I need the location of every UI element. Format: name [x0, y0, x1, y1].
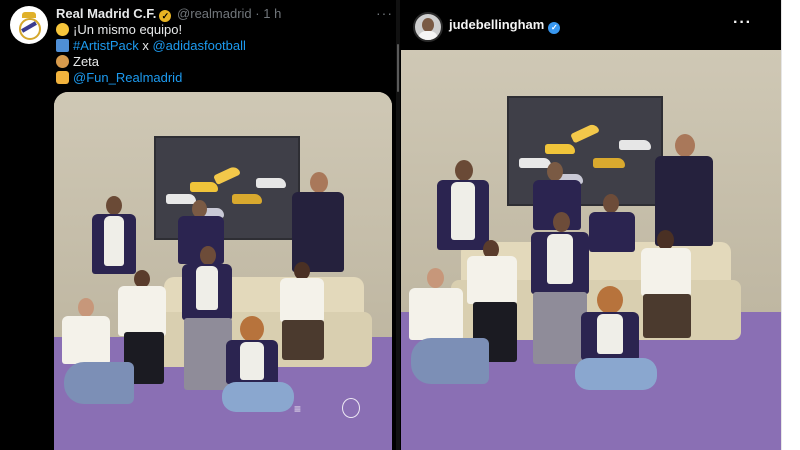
more-horizontal-icon: ··· [733, 14, 752, 31]
author-name[interactable]: Real Madrid C.F. [56, 6, 156, 21]
instagram-post-header: judebellingham ✓ ··· [401, 0, 781, 50]
instagram-post-panel: judebellingham ✓ ··· [401, 0, 781, 450]
real-madrid-avatar[interactable] [10, 6, 48, 44]
adidas-logo-icon: ≡ [294, 402, 302, 416]
gold-verified-badge-icon: ✓ [159, 10, 172, 22]
blue-verified-badge-icon: ✓ [548, 22, 561, 34]
tweet-line-2-mid: x [138, 38, 153, 53]
tweet-line-1: ¡Un mismo equipo! [56, 22, 182, 38]
more-horizontal-icon: ··· [376, 5, 393, 21]
tweet-line-3-text: Zeta [73, 54, 100, 69]
tweet-line-3: Zeta [56, 54, 99, 70]
timestamp[interactable]: 1 h [263, 6, 281, 21]
separator-dot: · [255, 6, 260, 21]
tweet-more-button[interactable]: ··· [376, 5, 393, 21]
tshirt-emoji-icon [56, 39, 69, 52]
instagram-post-photo[interactable] [401, 50, 781, 450]
profile-username-row: judebellingham ✓ [449, 17, 561, 34]
tweet-line-2: #ArtistPack x @adidasfootball [56, 38, 246, 54]
grinning-face-emoji-icon [56, 23, 69, 36]
profile-avatar[interactable] [413, 12, 443, 42]
tweet-line-1-text: ¡Un mismo equipo! [73, 22, 183, 37]
author-handle[interactable]: @realmadrid [177, 6, 252, 21]
sneaker-painting [507, 96, 663, 206]
palette-emoji-icon [56, 55, 69, 68]
tweet-line-4: @Fun_Realmadrid [56, 70, 182, 86]
hashtag-link[interactable]: #ArtistPack [73, 38, 139, 53]
real-madrid-crest-watermark-icon [342, 398, 360, 418]
sneaker-painting [154, 136, 300, 240]
tweet-header: Real Madrid C.F. ✓ @realmadrid · 1 h [56, 6, 281, 22]
tweet-media-photo[interactable]: ≡ [54, 92, 392, 450]
real-madrid-crest-icon [18, 12, 41, 40]
page-edge [781, 0, 800, 450]
fun-realmadrid-mention-link[interactable]: @Fun_Realmadrid [73, 70, 182, 85]
adidas-mention-link[interactable]: @adidasfootball [152, 38, 245, 53]
tweet-panel: Real Madrid C.F. ✓ @realmadrid · 1 h ··· … [0, 0, 396, 450]
profile-username[interactable]: judebellingham [449, 17, 544, 32]
handshake-emoji-icon [56, 71, 69, 84]
scrollbar-thumb[interactable] [397, 44, 399, 92]
post-options-button[interactable]: ··· [733, 14, 752, 32]
